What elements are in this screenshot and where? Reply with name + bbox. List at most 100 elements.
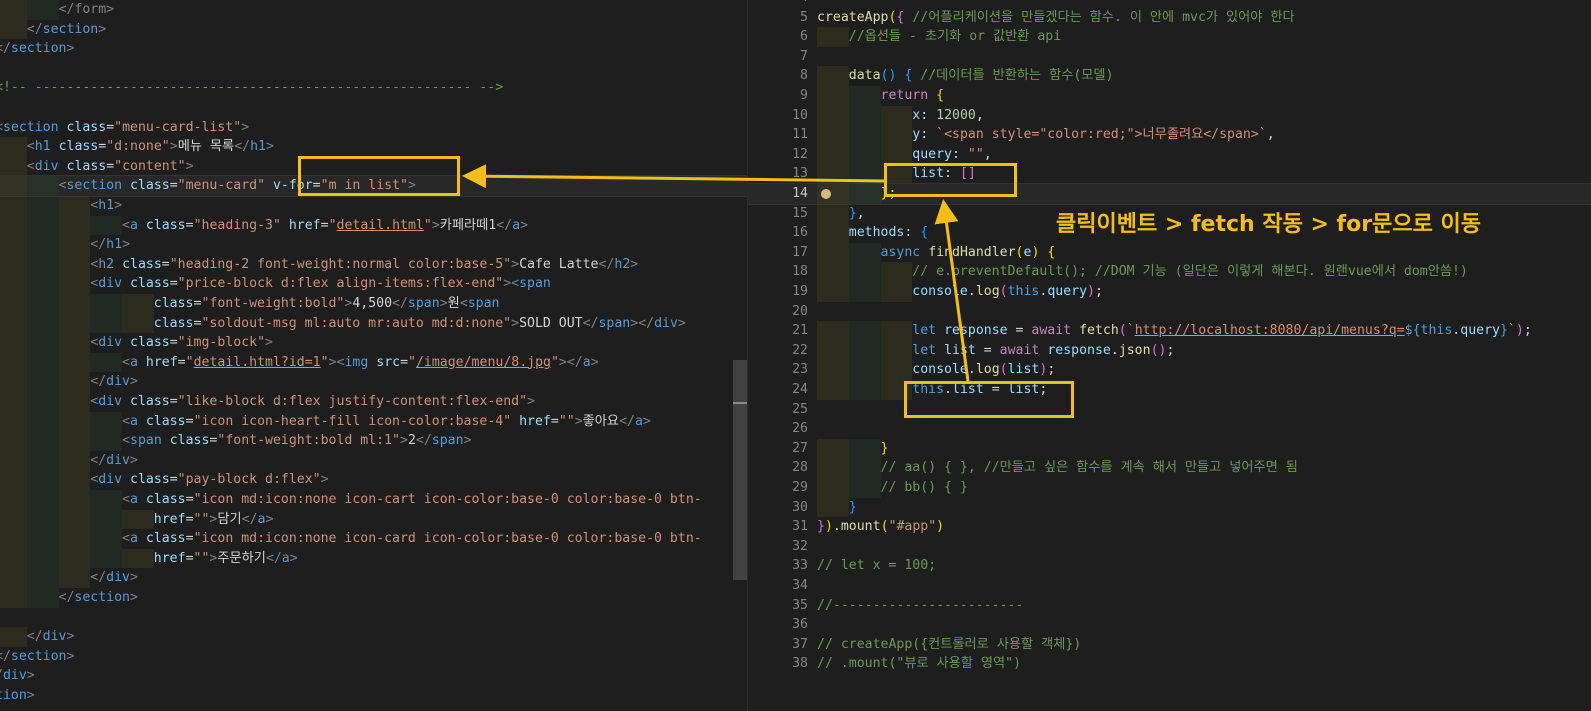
code-line-html[interactable]: </section> xyxy=(0,39,747,59)
code-token: h1 xyxy=(98,198,115,213)
code-line[interactable]: 17 async findHandler(e) { xyxy=(748,242,1591,263)
code-line[interactable]: 18 // e.preventDefault(); //DOM 기능 (일단은 … xyxy=(748,262,1591,282)
code-line[interactable]: 8 data() { //데이터를 반환하는 함수(모델) xyxy=(748,66,1591,86)
code-line[interactable]: 5 createApp({ //어플리케이션을 만들겠다는 함수. 이 안에 mv… xyxy=(748,8,1591,28)
code-line-html[interactable]: /div> xyxy=(0,666,747,686)
code-token: < xyxy=(122,217,130,233)
code-line-html[interactable]: <a class="icon icon-heart-fill icon-colo… xyxy=(0,411,747,432)
code-token: > xyxy=(289,550,298,566)
code-line-html[interactable]: <div class="pay-block d:flex"> xyxy=(0,470,747,490)
code-line-html[interactable]: </section> xyxy=(0,19,747,40)
lightbulb-icon[interactable] xyxy=(821,189,831,199)
code-line-html[interactable]: </div> xyxy=(0,568,747,588)
code-line[interactable]: 6 //옵션들 - 초기화 or 값반환 api xyxy=(748,27,1591,47)
code-line-html[interactable]: <a class="heading-3" href="detail.html">… xyxy=(0,215,747,236)
code-line-html[interactable]: <h1 class="d:none">메뉴 목록</h1> xyxy=(0,137,747,157)
code-line-html[interactable]: </section> xyxy=(0,588,747,608)
code-line-html[interactable]: <!-- -----------------------------------… xyxy=(0,78,747,98)
code-line-html[interactable]: href="">주문하기</a> xyxy=(0,548,747,569)
code-line-html[interactable]: <h1> xyxy=(0,196,747,216)
right-editor-pane[interactable]: 45createApp({ //어플리케이션을 만들겠다는 함수. 이 안에 m… xyxy=(748,0,1591,711)
code-line[interactable]: 28 // aa() { }, //만들고 싶은 함수를 계속 해서 만들고 넣… xyxy=(748,458,1591,478)
code-line-html[interactable]: <a href="detail.html?id=1"><img src="/im… xyxy=(0,352,747,373)
code-line-html[interactable]: </section> xyxy=(0,647,747,667)
code-line[interactable]: 11 y: `<span style="color:red;">너무졸려요</s… xyxy=(748,125,1591,145)
line-number: 17 xyxy=(792,244,808,260)
code-line[interactable]: 30 } xyxy=(748,497,1591,518)
code-token: log xyxy=(975,284,1000,299)
code-line-html[interactable]: tion> xyxy=(0,686,747,706)
code-line-html[interactable]: </h1> xyxy=(0,235,747,255)
code-token: "soldout-msg ml:auto mr:auto md:d:none" xyxy=(201,315,512,331)
code-line-html[interactable]: <a class="icon md:icon:none icon-card ic… xyxy=(0,529,747,549)
code-line-html[interactable] xyxy=(0,59,747,79)
code-line-html[interactable]: class="font-weight:bold">4,500</span>원<s… xyxy=(0,294,747,314)
code-line-html[interactable]: <div class="img-block"> xyxy=(0,333,747,353)
code-line[interactable]: 31}).mount("#app") xyxy=(748,517,1591,537)
line-number: 9 xyxy=(800,88,808,103)
code-token: ; xyxy=(1523,323,1532,339)
code-line-html[interactable]: href="">담기</a> xyxy=(0,509,747,530)
code-line[interactable]: 9 return { xyxy=(748,86,1591,106)
code-line[interactable]: 12 query: "", xyxy=(748,144,1591,165)
code-line[interactable]: 21 let response = await fetch(`http://lo… xyxy=(748,321,1591,341)
code-line-html[interactable] xyxy=(0,608,747,628)
code-line[interactable]: 4 xyxy=(748,0,1591,8)
code-token: > xyxy=(66,41,75,57)
line-number: 30 xyxy=(792,499,808,515)
code-line[interactable]: 35 //------------------------ xyxy=(748,596,1591,616)
code-text: //옵션들 - 초기화 or 값반환 api xyxy=(817,27,1061,47)
code-line-html[interactable]: <a class="icon md:icon:none icon-cart ic… xyxy=(0,490,747,510)
code-line[interactable]: 26 xyxy=(748,419,1591,439)
code-token: 주문하기 xyxy=(217,550,266,566)
code-line[interactable]: 33 // let x = 100; xyxy=(748,556,1591,576)
code-line[interactable]: 34 xyxy=(748,576,1591,596)
code-line-html[interactable]: </form> xyxy=(0,0,747,20)
code-token: div xyxy=(106,374,130,390)
code-line[interactable]: 13 list: [] xyxy=(748,164,1591,184)
code-token: href xyxy=(519,413,551,429)
left-editor-pane[interactable]: </form> </section></section><!-- -------… xyxy=(0,0,747,711)
code-line[interactable]: 19 console.log(this.query); xyxy=(748,282,1591,302)
code-line[interactable]: 7 xyxy=(748,47,1591,67)
code-token: response xyxy=(944,323,1008,339)
code-line[interactable]: 29 // bb() { } xyxy=(748,478,1591,498)
code-line[interactable]: 36 xyxy=(748,615,1591,635)
code-token: class xyxy=(145,217,186,233)
code-line-html[interactable]: <div class="like-block d:flex justify-co… xyxy=(0,392,747,412)
code-line[interactable]: 22 let list = await response.json(); xyxy=(748,340,1591,361)
code-line-html[interactable]: </div> xyxy=(0,372,747,392)
code-line[interactable]: 10 x: 12000, xyxy=(748,105,1591,126)
code-line[interactable]: 37 // createApp({컨트롤러로 사용할 객체}) xyxy=(748,635,1591,655)
code-token: json xyxy=(1118,342,1151,358)
code-line-html[interactable]: <section class="menu-card-list"> xyxy=(0,118,747,138)
code-token: div xyxy=(98,472,123,488)
code-text: methods: { xyxy=(817,223,928,243)
code-text: <a class="icon md:icon:none icon-card ic… xyxy=(0,529,702,549)
code-token: > xyxy=(677,315,686,331)
code-line-html[interactable]: <h2 class="heading-2 font-weight:normal … xyxy=(0,254,747,275)
code-line-html[interactable]: </div> xyxy=(0,450,747,471)
code-line[interactable]: 25 xyxy=(748,400,1591,420)
code-token: , xyxy=(1266,127,1275,143)
code-line[interactable]: 24 this.list = list; xyxy=(748,380,1591,400)
code-line[interactable]: 14 }; xyxy=(748,183,1591,205)
code-line[interactable]: 38 // .mount("뷰로 사용할 영역") xyxy=(748,654,1591,674)
left-scrollbar[interactable] xyxy=(733,360,747,580)
code-line-html[interactable] xyxy=(0,98,747,118)
code-token: "" xyxy=(193,550,210,566)
code-line[interactable]: 20 xyxy=(748,302,1591,322)
code-line-html[interactable]: <div class="price-block d:flex align-ite… xyxy=(0,274,747,294)
code-line[interactable]: 23 console.log(list); xyxy=(748,360,1591,380)
code-line-html[interactable]: class="soldout-msg ml:auto mr:auto md:d:… xyxy=(0,313,747,334)
code-line-html[interactable]: <span class="font-weight:bold ml:1">2</s… xyxy=(0,431,747,451)
code-line[interactable]: 27 } xyxy=(748,438,1591,459)
code-line[interactable]: 32 xyxy=(748,537,1591,557)
code-line-html[interactable]: </div> xyxy=(0,627,747,647)
code-token: < xyxy=(122,354,130,370)
code-token: return xyxy=(880,88,929,103)
